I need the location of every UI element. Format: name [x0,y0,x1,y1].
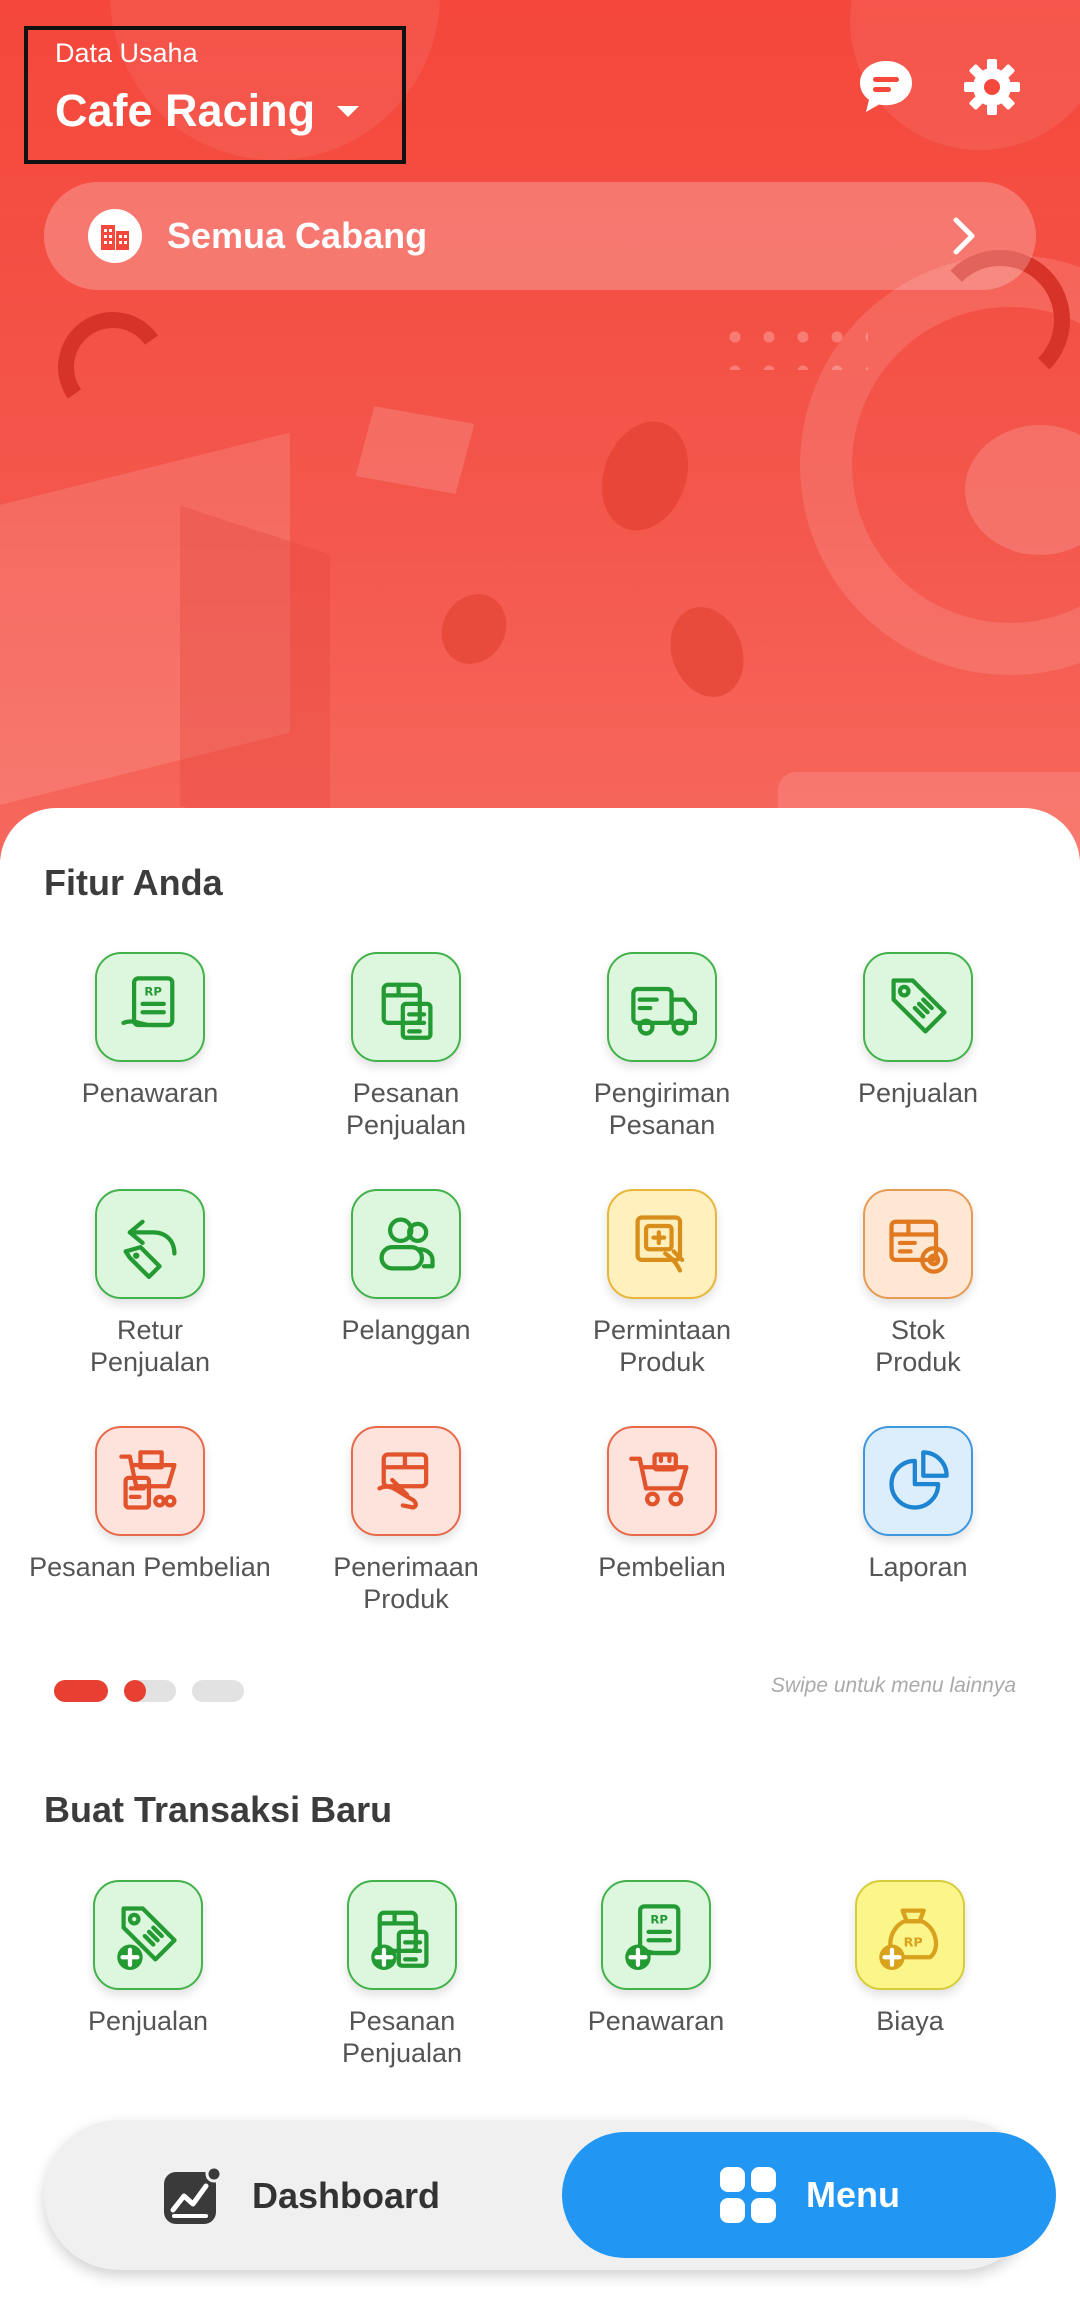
features-title: Fitur Anda [44,862,223,903]
svg-text:RP: RP [650,1912,668,1926]
menu-item-laporan[interactable]: Laporan [790,1426,1046,1583]
menu-item-label: Pesanan Penjualan [345,1078,467,1140]
branch-label: Semua Cabang [167,215,428,256]
menu-item-stok-produk[interactable]: Stok Produk [790,1189,1046,1378]
menu-item-label: Permintaan Produk [592,1315,732,1377]
chevron-right-icon [953,217,975,255]
add-quote-icon: RP [601,1880,711,1990]
menu-item-pelanggan[interactable]: Pelanggan [278,1189,534,1346]
menu-item-pengiriman-pesanan[interactable]: Pengiriman Pesanan [534,952,790,1141]
gear-icon[interactable] [963,58,1021,116]
purchase-order-icon [95,1426,205,1536]
decor-arc [49,303,177,431]
menu-item-label: Pengiriman Pesanan [593,1078,731,1140]
branch-selector[interactable]: Semua Cabang [44,182,1036,290]
dashboard-icon [164,2166,222,2224]
business-label: Data Usaha [55,38,198,68]
pie-chart-icon [863,1426,973,1536]
receive-product-icon [351,1426,461,1536]
menu-item-biaya[interactable]: RP Biaya [782,1880,1038,2037]
svg-text:RP: RP [904,1935,923,1950]
menu-item-label: Retur Penjualan [89,1315,211,1377]
menu-item-label: Penerimaan Produk [333,1552,479,1614]
return-tag-icon [95,1189,205,1299]
nav-menu[interactable]: Menu [562,2132,1056,2258]
product-request-icon [607,1189,717,1299]
decor-shape [355,406,475,494]
page-indicator [54,1680,244,1702]
decor-dots [718,320,868,370]
menu-item-penjualan[interactable]: Penjualan [790,952,1046,1109]
decor-box [180,505,330,855]
delivery-truck-icon [607,952,717,1062]
add-sale-icon [93,1880,203,1990]
customers-icon [351,1189,461,1299]
stock-box-icon [863,1189,973,1299]
decor-coin [658,596,756,708]
business-name[interactable]: Cafe Racing [55,85,402,137]
menu-item-label: Penjualan [857,1078,979,1108]
swipe-hint: Swipe untuk menu lainnya [770,1674,1016,1697]
menu-item-label: Pembelian [598,1552,726,1582]
menu-item-penerimaan-produk[interactable]: Penerimaan Produk [278,1426,534,1615]
business-selector[interactable]: Data Usaha Cafe Racing [24,26,406,164]
menu-item-penawaran[interactable]: RP Penawaran [528,1880,784,2037]
menu-item-penawaran[interactable]: RP Penawaran [22,952,278,1109]
nav-dashboard[interactable]: Dashboard [162,2166,440,2226]
add-expense-icon: RP [855,1880,965,1990]
quote-receipt-icon: RP [95,952,205,1062]
header-banner: Data Usaha Cafe Racing Semua Cabang [0,0,1080,860]
menu-item-label: Stok Produk [875,1315,961,1377]
menu-item-label: Penawaran [81,1078,219,1108]
new-transaction-title: Buat Transaksi Baru [44,1789,393,1830]
menu-item-pesanan-penjualan[interactable]: Pesanan Penjualan [278,952,534,1141]
menu-item-label: Pesanan Penjualan [341,2006,463,2068]
grid-menu-icon [720,2167,776,2223]
menu-item-penjualan[interactable]: Penjualan [20,1880,276,2037]
chat-icon[interactable] [857,58,915,116]
page-dot [124,1680,176,1702]
bottom-nav: Dashboard Menu [44,2120,1056,2270]
menu-item-label: Penawaran [587,2006,725,2036]
nav-dashboard-label: Dashboard [252,2175,441,2216]
nav-menu-label: Menu [806,2174,900,2215]
menu-item-pesanan-penjualan[interactable]: Pesanan Penjualan [274,1880,530,2069]
business-name-text: Cafe Racing [55,85,316,136]
page-dot-active [54,1680,108,1702]
price-tag-icon [863,952,973,1062]
menu-item-label: Laporan [868,1552,968,1582]
sales-order-icon [351,952,461,1062]
page-dot [192,1680,244,1702]
menu-item-label: Pesanan Pembelian [29,1552,271,1582]
menu-item-label: Pelanggan [341,1315,471,1345]
cart-icon [607,1426,717,1536]
menu-item-pesanan-pembelian[interactable]: Pesanan Pembelian [22,1426,278,1583]
svg-text:RP: RP [144,984,162,998]
building-icon [88,209,142,263]
decor-coin [587,409,703,543]
decor-coin [429,582,519,676]
menu-item-permintaan-produk[interactable]: Permintaan Produk [534,1189,790,1378]
menu-item-retur-penjualan[interactable]: Retur Penjualan [22,1189,278,1378]
menu-item-label: Penjualan [87,2006,209,2036]
menu-item-pembelian[interactable]: Pembelian [534,1426,790,1583]
menu-item-label: Biaya [876,2006,944,2036]
caret-down-icon [337,105,360,117]
add-sales-order-icon [347,1880,457,1990]
